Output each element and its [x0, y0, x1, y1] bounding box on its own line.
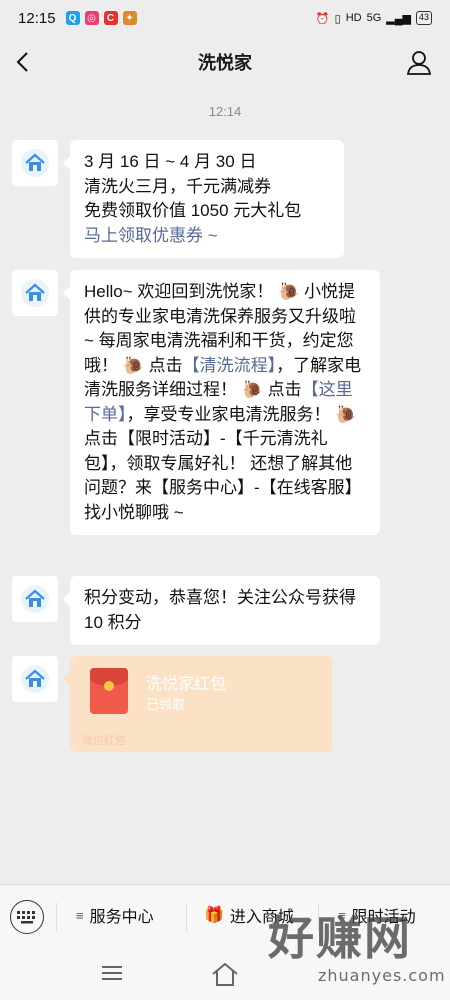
- wash-process-link[interactable]: 【清洗流程】: [183, 356, 277, 375]
- menu-separator: [186, 903, 187, 931]
- message-bubble: 3 月 16 日 ~ 4 月 30 日 清洗火三月，千元满减券 免费领取价值 1…: [63, 140, 344, 258]
- status-time: 12:15: [18, 9, 56, 27]
- home-icon[interactable]: [210, 961, 240, 987]
- vibrate-icon: ▯: [334, 12, 341, 25]
- chat-message: 3 月 16 日 ~ 4 月 30 日 清洗火三月，千元满减券 免费领取价值 1…: [12, 140, 344, 258]
- menu-item-label: 服务中心: [89, 909, 154, 926]
- red-packet-label: 微信红包: [82, 735, 126, 747]
- keyboard-toggle-button[interactable]: [10, 900, 44, 934]
- snail-emoji-icon: 🐌: [241, 380, 263, 399]
- house-icon: [21, 665, 49, 693]
- message-line: 免费领取价值 1050 元大礼包: [84, 201, 302, 220]
- hd-icon: HD: [345, 12, 362, 24]
- battery-icon: 43: [415, 11, 432, 25]
- message-text: 积分变动，恭喜您！关注公众号获得 10 积分: [84, 588, 356, 632]
- house-icon: [21, 585, 49, 613]
- signal-icon: ▂▄▆: [386, 12, 411, 25]
- message-bubble: 积分变动，恭喜您！关注公众号获得 10 积分: [63, 576, 380, 645]
- message-text: 点击: [267, 380, 302, 399]
- chat-header: 洗悦家: [0, 36, 450, 88]
- app-icon-game: ✦: [122, 11, 137, 25]
- avatar[interactable]: [12, 576, 58, 622]
- avatar[interactable]: [12, 270, 58, 316]
- gift-icon: 🎁: [204, 907, 224, 924]
- message-text: ，享受专业家电清洗服务！: [126, 404, 331, 424]
- keyboard-icon: [17, 911, 35, 924]
- chat-timestamp: 12:14: [208, 104, 242, 119]
- menu-item-service-center[interactable]: ≡ 服务中心: [76, 903, 154, 927]
- person-icon[interactable]: [406, 48, 432, 76]
- app-icon-c: C: [103, 11, 118, 25]
- coupon-link[interactable]: 马上领取优惠券 ~: [84, 224, 330, 249]
- chat-message: 积分变动，恭喜您！关注公众号获得 10 积分: [12, 576, 380, 645]
- network-label: 5G: [366, 12, 382, 24]
- message-line: 清洗火三月，千元满减券: [84, 176, 271, 196]
- snail-emoji-icon: 🐌: [122, 355, 144, 375]
- house-icon: [21, 149, 49, 177]
- house-icon: [21, 279, 49, 307]
- snail-emoji-icon: 🐌: [335, 404, 357, 424]
- message-text: 点击【限时活动】-【千元清洗礼包】，领取专属好礼！ 还想了解其他问题？来【服务中…: [84, 429, 362, 522]
- page-title: 洗悦家: [198, 53, 252, 73]
- message-line: 3 月 16 日 ~ 4 月 30 日: [84, 152, 257, 171]
- watermark: 好赚网 zhuanyes.com: [238, 902, 445, 992]
- back-arrow-icon[interactable]: [12, 48, 38, 76]
- message-text: Hello~ 欢迎回到洗悦家！: [84, 282, 274, 301]
- watermark-text: 好赚网: [268, 911, 412, 965]
- message-text: 点击: [148, 355, 183, 375]
- chat-message: 洗悦家红包 已领取 微信红包: [12, 656, 332, 752]
- avatar[interactable]: [12, 140, 58, 186]
- red-envelope-icon: [90, 668, 128, 714]
- status-right: ⏰ ▯ HD 5G ▂▄▆ 43: [316, 11, 432, 25]
- red-packet-status: 已领取: [146, 697, 186, 712]
- app-icon-pink: ◎: [84, 11, 99, 25]
- qq-icon: Q: [65, 11, 80, 25]
- red-packet-title: 洗悦家红包: [146, 676, 227, 693]
- avatar[interactable]: [12, 656, 58, 702]
- menu-separator: [56, 903, 57, 931]
- watermark-url: zhuanyes.com: [318, 966, 446, 985]
- status-bar: 12:15 Q ◎ C ✦ ⏰ ▯ HD 5G ▂▄▆ 43: [0, 0, 450, 36]
- menu-icon[interactable]: [100, 963, 124, 983]
- hamburger-icon: ≡: [76, 907, 84, 923]
- chat-message: Hello~ 欢迎回到洗悦家！ 🐌 小悦提供的专业家电清洗保养服务又升级啦 ~ …: [12, 270, 380, 535]
- alarm-icon: ⏰: [315, 12, 330, 25]
- red-packet-card[interactable]: 洗悦家红包 已领取 微信红包: [63, 656, 332, 752]
- snail-emoji-icon: 🐌: [278, 282, 300, 301]
- message-bubble: Hello~ 欢迎回到洗悦家！ 🐌 小悦提供的专业家电清洗保养服务又升级啦 ~ …: [63, 270, 380, 535]
